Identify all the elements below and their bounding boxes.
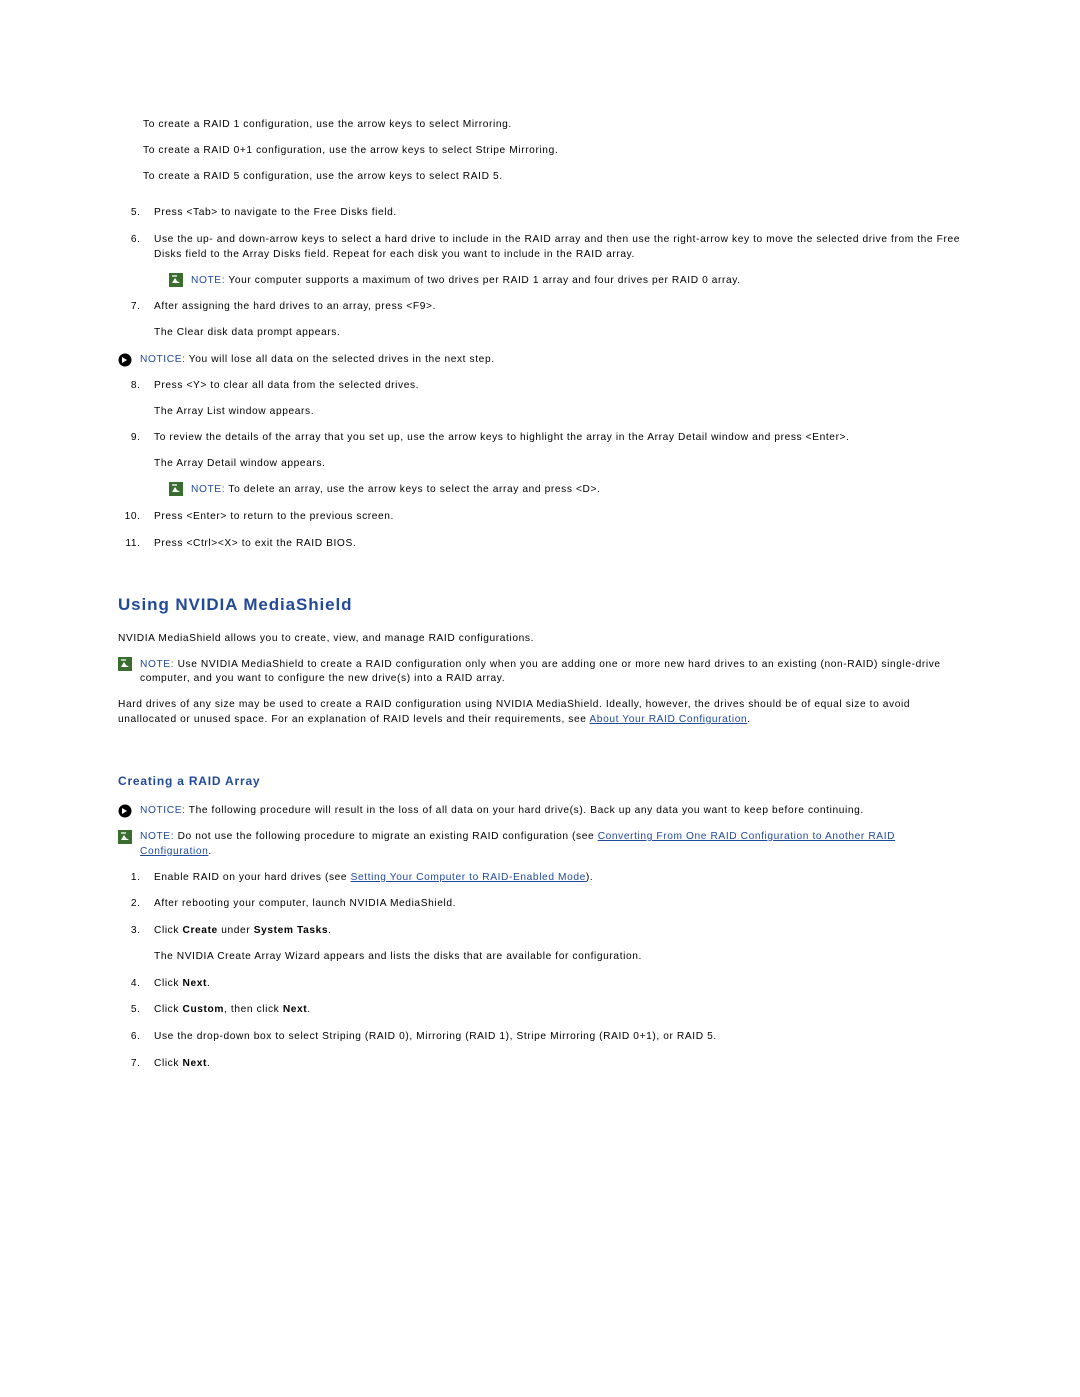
bold: Next xyxy=(283,1004,307,1015)
note-icon xyxy=(169,482,183,496)
notice-icon xyxy=(118,353,132,367)
text: NVIDIA MediaShield allows you to create,… xyxy=(118,632,965,647)
list-item: Enable RAID on your hard drives (see Set… xyxy=(144,871,965,886)
ordered-list: Press <Y> to clear all data from the sel… xyxy=(118,379,965,551)
note-icon xyxy=(118,657,132,671)
text: Press <Enter> to return to the previous … xyxy=(154,511,394,522)
note-icon xyxy=(118,830,132,844)
bold: Next xyxy=(183,978,207,989)
text: ). xyxy=(586,872,593,883)
text: . xyxy=(207,978,210,989)
text: The Array List window appears. xyxy=(154,405,965,420)
list-item: Press <Y> to clear all data from the sel… xyxy=(144,379,965,420)
list-item: Click Custom, then click Next. xyxy=(144,1003,965,1018)
list-item: Use the drop-down box to select Striping… xyxy=(144,1030,965,1045)
text: Press <Ctrl><X> to exit the RAID BIOS. xyxy=(154,538,356,549)
note-text: NOTE: Do not use the following procedure… xyxy=(140,830,965,860)
text: Do not use the following procedure to mi… xyxy=(174,831,598,842)
list-item: Press <Enter> to return to the previous … xyxy=(144,510,965,525)
text: To review the details of the array that … xyxy=(154,431,965,446)
note-icon xyxy=(169,273,183,287)
text: The Clear disk data prompt appears. xyxy=(154,326,965,341)
text: Use the up- and down-arrow keys to selec… xyxy=(154,233,965,263)
section-heading: Using NVIDIA MediaShield xyxy=(118,593,965,618)
note-text: NOTE: To delete an array, use the arrow … xyxy=(191,483,600,498)
text: . xyxy=(208,846,211,857)
text: . xyxy=(328,925,331,936)
notice-callout: NOTICE: The following procedure will res… xyxy=(118,804,965,819)
note-text: NOTE: Use NVIDIA MediaShield to create a… xyxy=(140,658,965,688)
note-label: NOTE: xyxy=(191,484,225,495)
subsection-heading: Creating a RAID Array xyxy=(118,773,965,790)
note-text: NOTE: Your computer supports a maximum o… xyxy=(191,274,741,289)
bold: Next xyxy=(183,1058,207,1069)
note-callout: NOTE: Use NVIDIA MediaShield to create a… xyxy=(118,658,965,688)
list-item: Press <Tab> to navigate to the Free Disk… xyxy=(144,206,965,221)
bold: Create xyxy=(183,925,218,936)
text: After rebooting your computer, launch NV… xyxy=(154,898,456,909)
text: To delete an array, use the arrow keys t… xyxy=(225,484,600,495)
text: Click xyxy=(154,925,183,936)
notice-label: NOTICE: xyxy=(140,805,186,816)
bold: System Tasks xyxy=(254,925,328,936)
ordered-list: Press <Tab> to navigate to the Free Disk… xyxy=(118,206,965,341)
text: under xyxy=(218,925,254,936)
text: The following procedure will result in t… xyxy=(186,805,864,816)
text: Enable RAID on your hard drives (see xyxy=(154,872,351,883)
text: Click xyxy=(154,978,183,989)
list-item: Click Next. xyxy=(144,1057,965,1072)
text: Hard drives of any size may be used to c… xyxy=(118,698,965,728)
text: Press <Tab> to navigate to the Free Disk… xyxy=(154,207,397,218)
list-item: Click Create under System Tasks. The NVI… xyxy=(144,924,965,965)
notice-text: NOTICE: The following procedure will res… xyxy=(140,804,864,819)
note-label: NOTE: xyxy=(140,659,174,670)
list-item: After rebooting your computer, launch NV… xyxy=(144,897,965,912)
text: . xyxy=(207,1058,210,1069)
link-about-raid-config[interactable]: About Your RAID Configuration xyxy=(589,714,747,725)
text: Click xyxy=(154,1004,183,1015)
text: To create a RAID 1 configuration, use th… xyxy=(143,118,965,133)
list-item: To review the details of the array that … xyxy=(144,431,965,497)
ordered-list: Enable RAID on your hard drives (see Set… xyxy=(118,871,965,1072)
bold: Custom xyxy=(183,1004,225,1015)
list-item: Click Next. xyxy=(144,977,965,992)
document-page: To create a RAID 1 configuration, use th… xyxy=(0,0,1080,1334)
note-callout: NOTE: Do not use the following procedure… xyxy=(118,830,965,860)
text: The Array Detail window appears. xyxy=(154,457,965,472)
notice-callout: NOTICE: You will lose all data on the se… xyxy=(118,353,965,368)
text: Click xyxy=(154,1058,183,1069)
text: Use NVIDIA MediaShield to create a RAID … xyxy=(140,659,941,685)
list-item: Use the up- and down-arrow keys to selec… xyxy=(144,233,965,288)
text: Click Create under System Tasks. xyxy=(154,924,965,939)
text: Use the drop-down box to select Striping… xyxy=(154,1031,717,1042)
notice-icon xyxy=(118,804,132,818)
list-item: After assigning the hard drives to an ar… xyxy=(144,300,965,341)
text: The NVIDIA Create Array Wizard appears a… xyxy=(154,950,965,965)
text: , then click xyxy=(224,1004,283,1015)
note-callout: NOTE: Your computer supports a maximum o… xyxy=(169,274,965,289)
note-label: NOTE: xyxy=(140,831,174,842)
text: To create a RAID 5 configuration, use th… xyxy=(143,170,965,185)
list-item: Press <Ctrl><X> to exit the RAID BIOS. xyxy=(144,537,965,552)
note-callout: NOTE: To delete an array, use the arrow … xyxy=(169,483,965,498)
link-setting-raid-enabled[interactable]: Setting Your Computer to RAID-Enabled Mo… xyxy=(351,872,586,883)
text: After assigning the hard drives to an ar… xyxy=(154,300,965,315)
notice-label: NOTICE: xyxy=(140,354,186,365)
text: Hard drives of any size may be used to c… xyxy=(118,699,910,725)
text: Your computer supports a maximum of two … xyxy=(225,275,741,286)
text: Press <Y> to clear all data from the sel… xyxy=(154,379,965,394)
text: You will lose all data on the selected d… xyxy=(186,354,495,365)
note-label: NOTE: xyxy=(191,275,225,286)
notice-text: NOTICE: You will lose all data on the se… xyxy=(140,353,495,368)
text: To create a RAID 0+1 configuration, use … xyxy=(143,144,965,159)
text: . xyxy=(307,1004,310,1015)
